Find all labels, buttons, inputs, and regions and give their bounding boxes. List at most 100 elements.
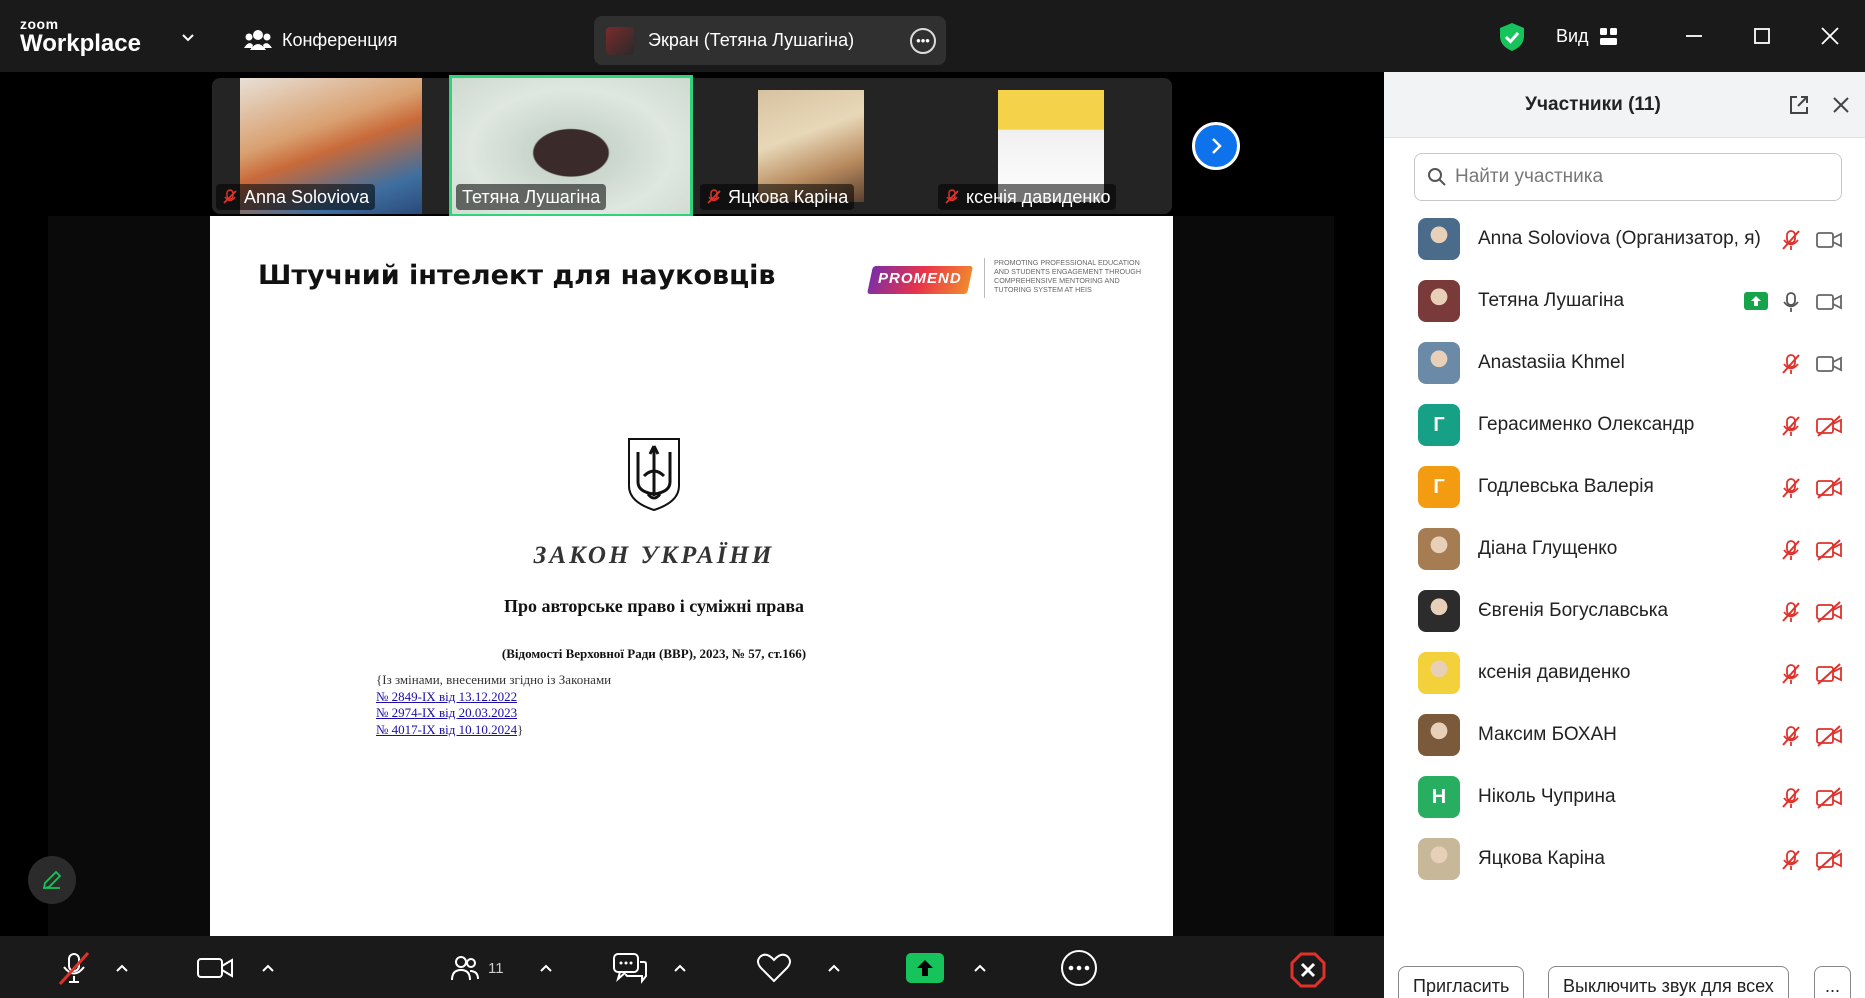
camera-off-icon[interactable] — [1816, 849, 1842, 871]
participant-search — [1414, 153, 1842, 201]
shared-slide: Штучний інтелект для науковців PROMEND P… — [210, 216, 1173, 936]
trident-emblem-icon — [628, 438, 680, 512]
participant-name: Anastasiia Khmel — [1478, 352, 1625, 373]
chevron-up-icon[interactable] — [828, 964, 840, 972]
mic-muted-icon[interactable] — [1780, 477, 1802, 499]
mic-muted-icon — [223, 189, 237, 204]
heart-icon — [757, 953, 791, 983]
zoom-app: zoom Workplace Конференция Экран (Тетяна… — [0, 0, 1865, 998]
participant-row[interactable]: Г Герасименко Олександр — [1384, 394, 1865, 456]
participant-row[interactable]: Н Ніколь Чуприна — [1384, 766, 1865, 828]
logo-zoom-text: zoom — [20, 16, 59, 32]
minimize-icon[interactable] — [1682, 24, 1706, 48]
arrow-up-icon — [917, 960, 933, 976]
share-screen-badge — [906, 953, 944, 983]
reactions-button[interactable] — [756, 950, 792, 986]
conference-button[interactable]: Конференция — [244, 26, 397, 54]
maximize-icon[interactable] — [1750, 24, 1774, 48]
mic-muted-icon[interactable] — [1780, 229, 1802, 251]
camera-off-icon[interactable] — [1816, 477, 1842, 499]
tile-name: Яцкова Каріна — [728, 186, 849, 207]
participant-avatar — [1418, 714, 1460, 756]
screen-share-indicator[interactable]: Экран (Тетяна Лушагіна) ••• — [594, 16, 946, 65]
camera-icon[interactable] — [1816, 353, 1842, 375]
video-button[interactable] — [196, 950, 234, 986]
end-meeting-button[interactable] — [1290, 952, 1326, 993]
chevron-down-icon[interactable] — [182, 32, 194, 44]
amendments-close: } — [517, 721, 524, 737]
video-tile-4[interactable]: ксенія давиденко — [934, 78, 1170, 214]
mic-muted-icon[interactable] — [1780, 415, 1802, 437]
video-tile-1[interactable]: Anna Soloviova — [212, 78, 422, 214]
tile-name: Anna Soloviova — [244, 186, 370, 207]
share-screen-button[interactable] — [906, 950, 944, 986]
chevron-up-icon[interactable] — [262, 964, 274, 972]
camera-off-icon[interactable] — [1816, 539, 1842, 561]
camera-icon[interactable] — [1816, 291, 1842, 313]
end-meeting-icon — [1290, 952, 1326, 988]
camera-off-icon[interactable] — [1816, 725, 1842, 747]
participant-row[interactable]: Яцкова Каріна — [1384, 828, 1865, 890]
video-tile-2[interactable]: Тетяна Лушагіна — [449, 75, 693, 217]
conference-label: Конференция — [282, 29, 398, 50]
chevron-up-icon[interactable] — [116, 964, 128, 972]
zoom-logo: zoom Workplace — [20, 17, 141, 57]
panel-title: Участники (11) — [1525, 94, 1661, 115]
close-icon[interactable] — [1832, 96, 1850, 114]
participants-button[interactable]: 11 — [450, 950, 504, 986]
mic-muted-icon[interactable] — [1780, 663, 1802, 685]
invite-button[interactable]: Пригласить — [1398, 966, 1525, 998]
chat-button[interactable] — [612, 950, 648, 986]
video-tile-3[interactable]: Яцкова Каріна — [696, 78, 932, 214]
mic-muted-icon[interactable] — [1780, 353, 1802, 375]
grid-view-icon — [1599, 27, 1617, 45]
view-button[interactable]: Вид — [1556, 26, 1619, 47]
next-page-button[interactable] — [1192, 122, 1240, 170]
chevron-up-icon[interactable] — [674, 964, 686, 972]
mic-muted-icon[interactable] — [1780, 539, 1802, 561]
mic-muted-icon[interactable] — [1780, 725, 1802, 747]
search-input[interactable] — [1455, 166, 1835, 188]
participant-row[interactable]: Діана Глущенко — [1384, 518, 1865, 580]
participant-row[interactable]: Максим БОХАН — [1384, 704, 1865, 766]
participant-row[interactable]: Anastasiia Khmel — [1384, 332, 1865, 394]
mic-icon[interactable] — [1780, 291, 1802, 313]
amendment-link-1[interactable]: № 2849-IX від 13.12.2022 — [376, 689, 517, 704]
mic-muted-icon[interactable] — [1780, 601, 1802, 623]
chevron-up-icon[interactable] — [540, 964, 552, 972]
camera-off-icon[interactable] — [1816, 663, 1842, 685]
more-button[interactable] — [1060, 950, 1098, 986]
camera-off-icon[interactable] — [1816, 601, 1842, 623]
camera-icon[interactable] — [1816, 229, 1842, 251]
window-close-icon[interactable] — [1818, 24, 1842, 48]
meeting-toolbar: 11 — [0, 936, 1384, 998]
mic-muted-icon — [707, 189, 721, 204]
participant-row[interactable]: Євгенія Богуславська — [1384, 580, 1865, 642]
camera-icon — [197, 958, 233, 978]
participant-name: ксенія давиденко — [1478, 662, 1631, 683]
sharer-avatar — [606, 26, 634, 55]
participant-name: Діана Глущенко — [1478, 538, 1618, 559]
panel-more-button[interactable]: ... — [1814, 966, 1852, 998]
popout-icon[interactable] — [1788, 94, 1810, 116]
chevron-up-icon[interactable] — [974, 964, 986, 972]
mute-all-button[interactable]: Выключить звук для всех — [1548, 966, 1789, 998]
amendment-link-3[interactable]: № 4017-IX від 10.10.2024 — [376, 722, 517, 737]
camera-off-icon[interactable] — [1816, 415, 1842, 437]
participant-row[interactable]: ксенія давиденко — [1384, 642, 1865, 704]
participant-row[interactable]: Anna Soloviova (Организатор, я) — [1384, 208, 1865, 270]
mute-button[interactable] — [56, 950, 92, 986]
participant-avatar — [1418, 218, 1460, 260]
camera-off-icon[interactable] — [1816, 787, 1842, 809]
security-shield-icon[interactable] — [1498, 22, 1526, 52]
mic-muted-icon[interactable] — [1780, 849, 1802, 871]
mic-muted-icon[interactable] — [1780, 787, 1802, 809]
participant-row[interactable]: Тетяна Лушагіна — [1384, 270, 1865, 332]
amendment-link-2[interactable]: № 2974-IX від 20.03.2023 — [376, 705, 517, 720]
amendment-line: № 4017-IX від 10.10.2024} — [376, 722, 611, 739]
annotate-button[interactable] — [28, 856, 76, 904]
more-options-icon[interactable]: ••• — [910, 28, 936, 54]
participant-row[interactable]: Г Годлевська Валерія — [1384, 456, 1865, 518]
brand-separator — [984, 258, 985, 298]
panel-header: Участники (11) — [1384, 72, 1865, 138]
